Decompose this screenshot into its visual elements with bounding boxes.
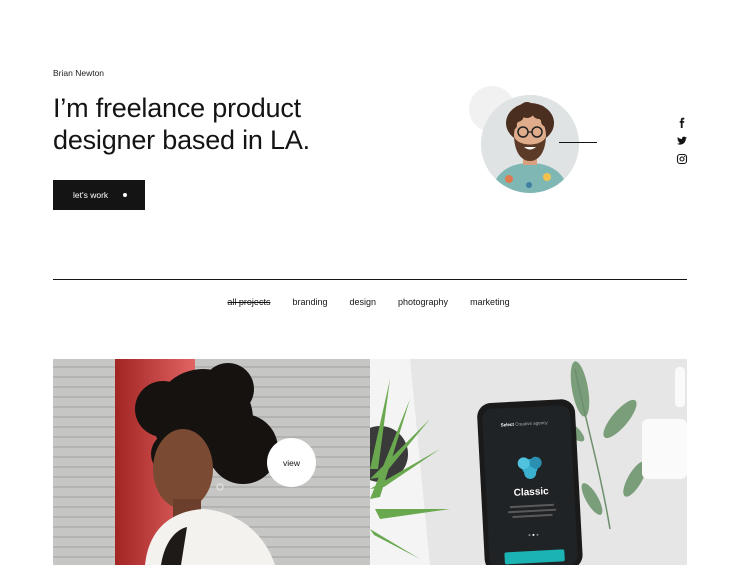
filter-photography[interactable]: photography	[398, 297, 448, 307]
filter-marketing[interactable]: marketing	[470, 297, 510, 307]
hero-title-line-1: I’m freelance product	[53, 93, 301, 123]
facebook-icon[interactable]	[676, 116, 688, 128]
avatar	[481, 95, 579, 193]
twitter-icon[interactable]	[676, 134, 688, 146]
filter-branding[interactable]: branding	[292, 297, 327, 307]
filter-design[interactable]: design	[349, 297, 376, 307]
author-name: Brian Newton	[53, 68, 105, 78]
project-image-phone: Select Creative agency Classic	[370, 359, 687, 565]
avatar-portrait	[481, 95, 579, 193]
page: Brian Newton I’m freelance product desig…	[0, 0, 737, 569]
project-image-portrait	[53, 359, 370, 565]
hero-title-line-2: designer based in LA.	[53, 125, 310, 155]
section-divider	[53, 279, 687, 280]
lets-work-label: let's work	[73, 190, 109, 200]
phone-brand: Select	[501, 422, 515, 428]
phone-title: Classic	[513, 486, 549, 499]
lets-work-button[interactable]: let's work	[53, 180, 145, 210]
filter-all-projects[interactable]: all projects	[227, 297, 270, 307]
project-card-portrait[interactable]: view	[53, 359, 370, 565]
instagram-icon[interactable]	[676, 152, 688, 165]
view-project-button[interactable]: view	[267, 438, 316, 487]
avatar-accent-line	[559, 142, 597, 143]
hero-title: I’m freelance product designer based in …	[53, 92, 383, 156]
project-card-phone[interactable]: Select Creative agency Classic	[370, 359, 687, 565]
social-links	[676, 116, 688, 170]
project-filters: all projects branding design photography…	[0, 297, 737, 307]
dot-icon	[123, 193, 127, 197]
